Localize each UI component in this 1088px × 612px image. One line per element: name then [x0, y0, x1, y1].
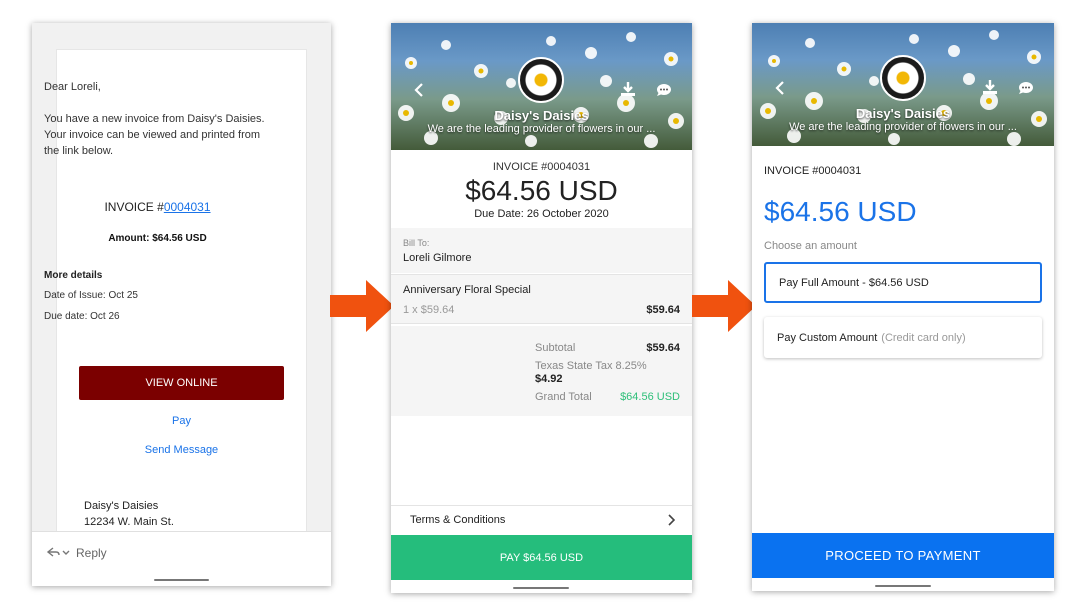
reply-button[interactable]: Reply — [46, 546, 107, 560]
bill-to-label: Bill To: — [403, 238, 430, 248]
invoice-screen: Daisy's Daisies We are the leading provi… — [391, 23, 692, 593]
email-invoice-line: INVOICE #0004031 — [32, 199, 283, 215]
home-indicator — [154, 579, 209, 581]
chat-icon[interactable] — [656, 83, 672, 97]
totals-section: Subtotal $59.64 Texas State Tax 8.25% $4… — [391, 326, 692, 416]
business-logo — [880, 55, 926, 101]
invoice-due-date: Due Date: 26 October 2020 — [474, 208, 609, 220]
pay-full-amount-label: Pay Full Amount - $64.56 USD — [779, 276, 929, 289]
reply-label: Reply — [76, 546, 107, 560]
business-name: Daisy's Daisies — [494, 108, 589, 123]
line-item: Anniversary Floral Special 1 x $59.64 $5… — [391, 274, 692, 324]
home-indicator — [875, 585, 931, 587]
pay-custom-amount-option[interactable]: Pay Custom Amount (Credit card only) — [764, 317, 1042, 358]
proceed-to-payment-button[interactable]: PROCEED TO PAYMENT — [752, 533, 1054, 578]
download-icon[interactable] — [982, 79, 998, 95]
business-name: Daisy's Daisies — [855, 106, 951, 121]
business-header: Daisy's Daisies We are the leading provi… — [391, 23, 692, 150]
back-chevron-icon[interactable] — [774, 81, 786, 95]
payment-amount: $64.56 USD — [764, 196, 917, 227]
tax-value: $4.92 — [535, 373, 563, 385]
bill-to-name: Loreli Gilmore — [403, 252, 472, 264]
chevron-right-icon — [668, 514, 676, 526]
reply-bar: Reply — [32, 531, 331, 586]
email-business-name: Daisy's Daisies — [84, 500, 159, 512]
chat-icon[interactable] — [1018, 81, 1034, 95]
grand-total-label: Grand Total — [535, 391, 592, 403]
reply-icon — [46, 547, 70, 557]
terms-label: Terms & Conditions — [410, 514, 506, 526]
line-item-name: Anniversary Floral Special — [403, 284, 531, 296]
payment-screen: Daisy's Daisies We are the leading provi… — [752, 23, 1054, 591]
business-logo — [518, 57, 564, 103]
bill-to-section: Bill To: Loreli Gilmore — [391, 228, 692, 273]
custom-amount-note: (Credit card only) — [881, 331, 966, 344]
pay-full-amount-option[interactable]: Pay Full Amount - $64.56 USD — [764, 262, 1042, 303]
download-icon[interactable] — [620, 81, 636, 97]
grand-total-value: $64.56 USD — [620, 391, 680, 403]
email-invoice-prefix: INVOICE # — [104, 200, 164, 214]
line-item-price: $59.64 — [646, 304, 680, 316]
email-send-message-link[interactable]: Send Message — [32, 442, 331, 458]
pay-custom-amount-label: Pay Custom Amount — [777, 331, 878, 344]
home-indicator — [513, 587, 569, 589]
business-tagline: We are the leading provider of flowers i… — [427, 123, 656, 135]
arrow-right-icon — [330, 280, 394, 332]
invoice-number: INVOICE #0004031 — [764, 165, 862, 177]
business-header: Daisy's Daisies We are the leading provi… — [752, 23, 1054, 146]
line-item-quantity: 1 x $59.64 — [403, 304, 455, 316]
email-date-of-issue: Date of Issue: Oct 25 — [44, 290, 138, 301]
email-business-address: 12234 W. Main St. — [84, 516, 174, 528]
email-due-date: Due date: Oct 26 — [44, 311, 120, 322]
email-screen: Dear Loreli, You have a new invoice from… — [32, 23, 331, 586]
back-chevron-icon[interactable] — [413, 83, 425, 97]
email-amount: Amount: $64.56 USD — [108, 233, 207, 244]
arrow-right-icon — [692, 280, 756, 332]
subtotal-value: $59.64 — [646, 342, 680, 354]
email-invoice-link[interactable]: 0004031 — [164, 200, 211, 214]
pay-button[interactable]: PAY $64.56 USD — [391, 535, 692, 580]
invoice-amount: $64.56 USD — [465, 175, 618, 206]
email-pay-link[interactable]: Pay — [32, 413, 331, 429]
email-more-details-heading: More details — [44, 270, 103, 281]
business-tagline: We are the leading provider of flowers i… — [789, 121, 1017, 133]
email-body: You have a new invoice from Daisy's Dais… — [44, 113, 265, 157]
subtotal-label: Subtotal — [535, 342, 576, 354]
terms-and-conditions-row[interactable]: Terms & Conditions — [391, 505, 692, 535]
view-online-button[interactable]: VIEW ONLINE — [79, 366, 284, 400]
flow-canvas: Dear Loreli, You have a new invoice from… — [0, 0, 1088, 612]
choose-amount-label: Choose an amount — [764, 240, 857, 252]
tax-label: Texas State Tax 8.25% — [535, 360, 647, 372]
email-greeting: Dear Loreli, — [44, 81, 101, 93]
invoice-number: INVOICE #0004031 — [492, 161, 591, 173]
